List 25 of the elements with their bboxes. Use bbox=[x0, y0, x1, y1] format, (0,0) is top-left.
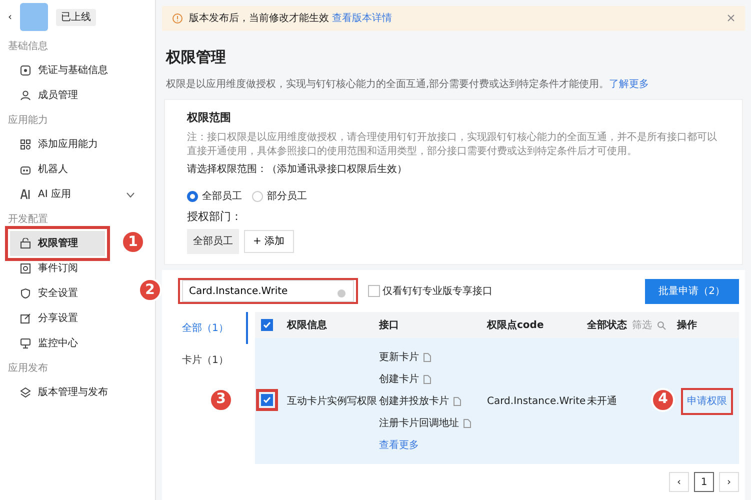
column-header: 权限点code bbox=[487, 318, 545, 332]
column-header: 操作 bbox=[677, 318, 698, 332]
column-header: 接口 bbox=[379, 318, 400, 332]
callout-marker: 2 bbox=[138, 278, 162, 302]
column-header: 权限信息 bbox=[287, 318, 328, 332]
department-tag: 全部员工 bbox=[187, 229, 239, 254]
callout-marker: 3 bbox=[209, 388, 233, 412]
section-title: 基础信息 bbox=[7, 40, 49, 54]
callout-marker: 1 bbox=[121, 230, 145, 254]
section-title: 应用发布 bbox=[7, 362, 49, 376]
table-cell-text: 互动卡片实例写权限 bbox=[287, 394, 377, 408]
scope-prompt: 请选择权限范围：（添加通讯录接口权限后生效） bbox=[187, 162, 408, 176]
table-cell-text: 未开通 bbox=[587, 394, 617, 408]
table-cell-text: Card.Instance.Write bbox=[487, 394, 586, 408]
section-title: 应用能力 bbox=[7, 114, 49, 128]
page-title: 权限管理 bbox=[166, 46, 227, 68]
scope-note: 注：接口权限是以应用维度做授权，请合理使用钉钉开放接口，实现跟钉钉核心能力的全面互通，并不是所有接口都可以直接开通使用，具体参照接口的使用范围和适用类型，部分接口需要付费或达到特定条件后才可使用。 bbox=[187, 130, 718, 159]
callout-marker: 4 bbox=[651, 388, 675, 412]
notice-text: 版本发布后，当前修改才能生效 查看版本详情 bbox=[189, 12, 392, 26]
department-label: 授权部门： bbox=[187, 208, 243, 224]
page-description: 权限是以应用维度做授权，实现与钉钉核心能力的全面互通,部分需要付费或达到特定条件才能使用。了解更多 bbox=[166, 78, 650, 92]
section-title: 开发配置 bbox=[7, 212, 49, 226]
section-heading: 权限范围 bbox=[187, 110, 232, 126]
status-badge: 已上线 bbox=[56, 8, 96, 26]
column-header: 全部状态 bbox=[587, 318, 627, 332]
